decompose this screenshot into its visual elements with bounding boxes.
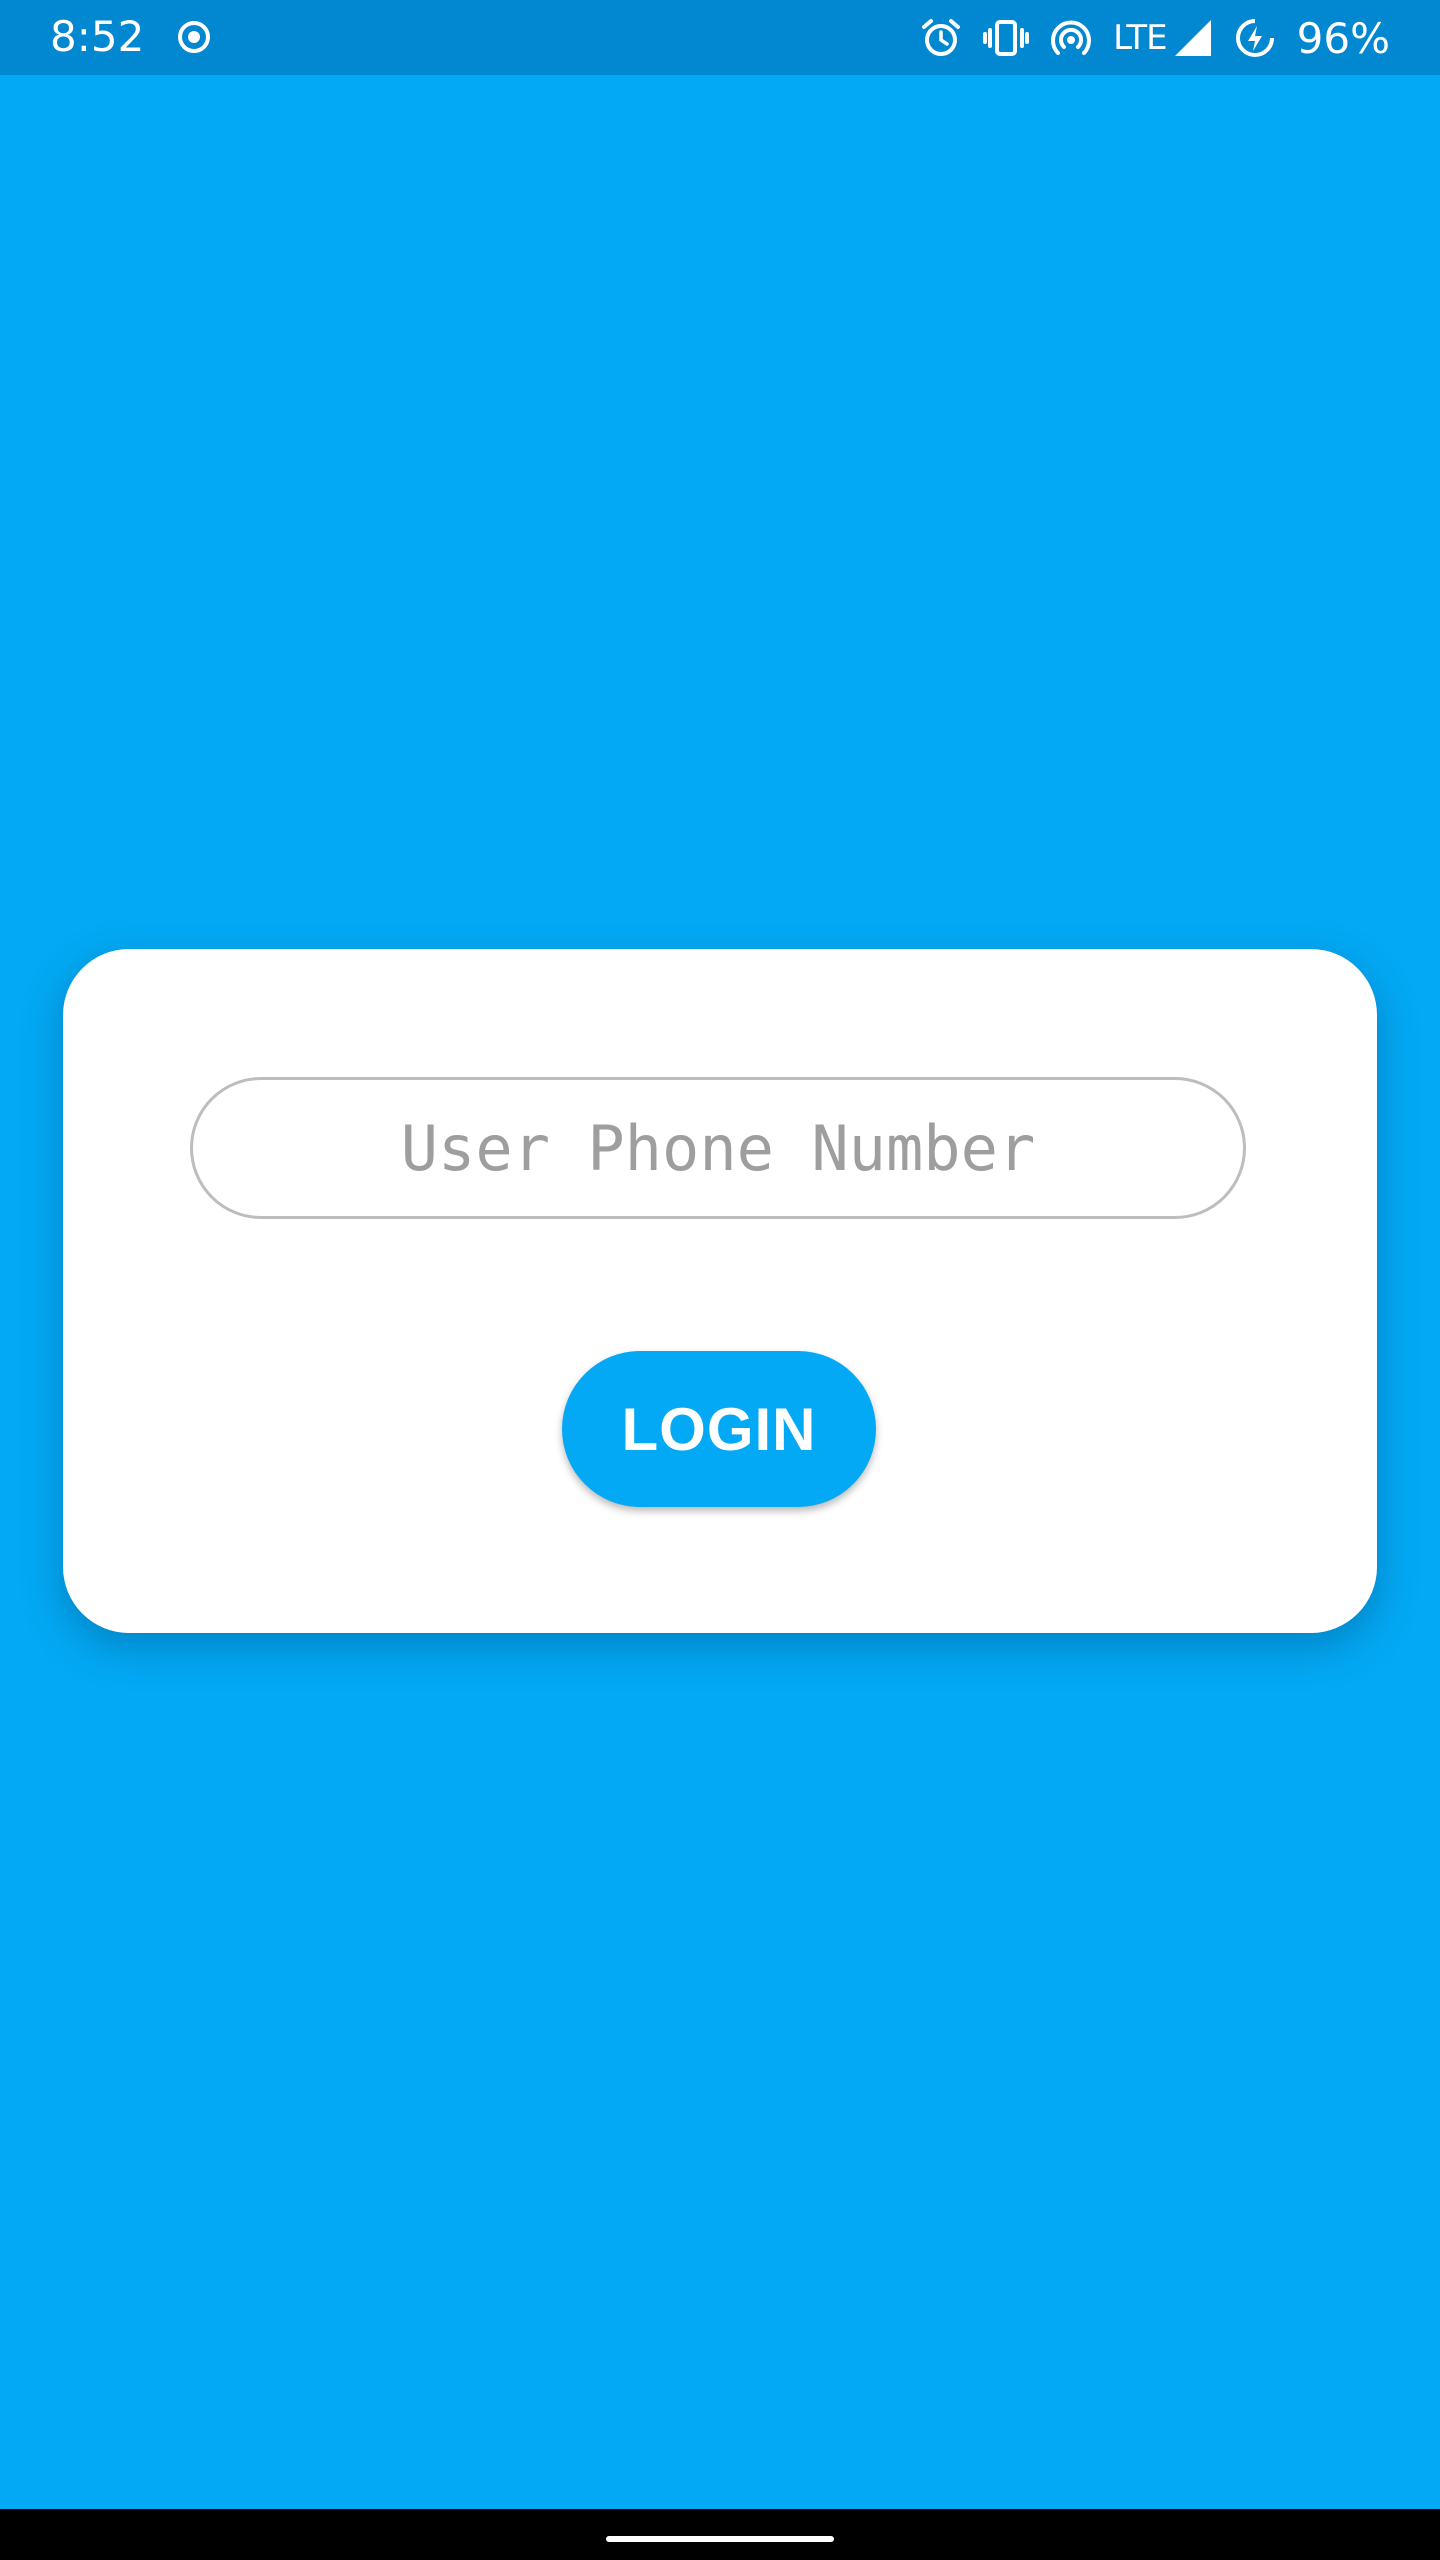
navigation-bar	[0, 2509, 1440, 2560]
hotspot-icon	[1049, 16, 1093, 60]
vibrate-icon	[983, 16, 1030, 60]
status-icons: LTE 96%	[919, 12, 1390, 64]
login-button[interactable]: LOGIN	[562, 1351, 876, 1507]
home-gesture-handle[interactable]	[606, 2536, 834, 2542]
battery-saver-icon	[1233, 16, 1277, 60]
status-bar: 8:52 LTE 96%	[0, 0, 1440, 75]
alarm-icon	[919, 16, 963, 60]
network-type: LTE	[1113, 18, 1168, 58]
signal-icon	[1173, 18, 1213, 58]
status-time: 8:52	[50, 12, 145, 61]
login-card: LOGIN	[63, 949, 1377, 1633]
battery-percent: 96%	[1296, 13, 1390, 63]
record-circle-icon	[176, 19, 212, 55]
phone-number-input[interactable]	[190, 1077, 1246, 1219]
